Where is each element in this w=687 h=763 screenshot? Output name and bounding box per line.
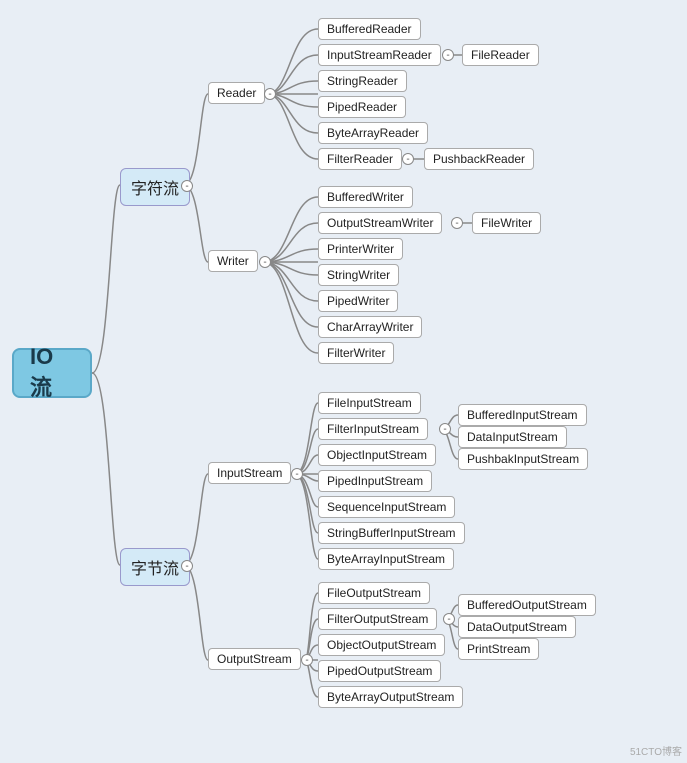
charstream-collapse[interactable]: - [181, 180, 193, 192]
printstream-node: PrintStream [458, 638, 539, 660]
inputstream-node: InputStream [208, 462, 291, 484]
stringreader-node: StringReader [318, 70, 407, 92]
filteroutputstream-node: FilterOutputStream [318, 608, 437, 630]
stringbufferinputstream-node: StringBufferInputStream [318, 522, 465, 544]
writer-collapse[interactable]: - [259, 256, 271, 268]
inputstreamreader-node: InputStreamReader [318, 44, 441, 66]
filterinputstream-collapse[interactable]: - [439, 423, 451, 435]
filterreader-node: FilterReader [318, 148, 402, 170]
pipedwriter-node: PipedWriter [318, 290, 398, 312]
fileoutputstream-node: FileOutputStream [318, 582, 430, 604]
byte-stream-node: 字节流 [120, 548, 190, 586]
bytearrayinputstream-node: ByteArrayInputStream [318, 548, 454, 570]
filewriter-node: FileWriter [472, 212, 541, 234]
stringwriter-node: StringWriter [318, 264, 399, 286]
outputstreamwriter-collapse[interactable]: - [451, 217, 463, 229]
filterwriter-node: FilterWriter [318, 342, 394, 364]
objectinputstream-node: ObjectInputStream [318, 444, 436, 466]
reader-node: Reader [208, 82, 265, 104]
sequenceinputstream-node: SequenceInputStream [318, 496, 455, 518]
pipedinputstream-node: PipedInputStream [318, 470, 432, 492]
inputstream-collapse[interactable]: - [291, 468, 303, 480]
char-stream-node: 字符流 [120, 168, 190, 206]
objectoutputstream-node: ObjectOutputStream [318, 634, 445, 656]
outputstream-collapse[interactable]: - [301, 654, 313, 666]
watermark: 51CTO博客 [630, 743, 682, 758]
filereader-node: FileReader [462, 44, 539, 66]
filterreader-collapse[interactable]: - [402, 153, 414, 165]
bytestream-collapse[interactable]: - [181, 560, 193, 572]
root-label: IO流 [30, 344, 74, 402]
fileinputstream-node: FileInputStream [318, 392, 421, 414]
bufferedinputstream-node: BufferedInputStream [458, 404, 587, 426]
writer-node: Writer [208, 250, 258, 272]
outputstreamwriter-node: OutputStreamWriter [318, 212, 442, 234]
bytearrayoutputstream-node: ByteArrayOutputStream [318, 686, 463, 708]
chararraywriter-node: CharArrayWriter [318, 316, 422, 338]
root-node: IO流 [12, 348, 92, 398]
pipedoutputstream-node: PipedOutputStream [318, 660, 441, 682]
bufferedreader-node: BufferedReader [318, 18, 421, 40]
reader-collapse[interactable]: - [264, 88, 276, 100]
dataoutputstream-node: DataOutputStream [458, 616, 576, 638]
bufferedwriter-node: BufferedWriter [318, 186, 413, 208]
filterinputstream-node: FilterInputStream [318, 418, 428, 440]
pushbackreader-node: PushbackReader [424, 148, 534, 170]
filteroutputstream-collapse[interactable]: - [443, 613, 455, 625]
bufferedoutputstream-node: BufferedOutputStream [458, 594, 596, 616]
bytearrayreader-node: ByteArrayReader [318, 122, 428, 144]
datainputstream-node: DataInputStream [458, 426, 567, 448]
pushbakinputstream-node: PushbakInputStream [458, 448, 588, 470]
inputstreamreader-collapse[interactable]: - [442, 49, 454, 61]
pipedreader-node: PipedReader [318, 96, 406, 118]
outputstream-node: OutputStream [208, 648, 301, 670]
printerwriter-node: PrinterWriter [318, 238, 403, 260]
